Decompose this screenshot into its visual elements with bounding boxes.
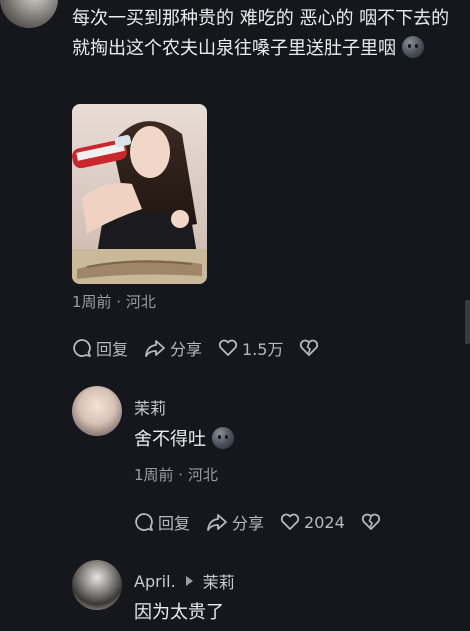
like-button[interactable]: 1.5万 bbox=[218, 336, 283, 360]
share-arrow-icon bbox=[207, 514, 227, 531]
comment-bubble-icon bbox=[73, 339, 91, 357]
reply-button[interactable]: 回复 bbox=[72, 336, 128, 360]
reply-text: 因为太贵了 bbox=[134, 602, 224, 623]
comment-text: 每次一买到那种贵的 难吃的 恶心的 咽不下去的就掏出这个农夫山泉往嗓子里送肚子里… bbox=[72, 8, 450, 59]
reply-to-username[interactable]: 茉莉 bbox=[203, 569, 235, 593]
reply-time-location: 1周前 · 河北 bbox=[134, 466, 218, 484]
reply-label: 回复 bbox=[158, 514, 191, 533]
heart-icon bbox=[218, 339, 238, 356]
reply-button[interactable]: 回复 bbox=[134, 510, 190, 534]
commenter-avatar[interactable] bbox=[0, 0, 58, 28]
emoji-icon bbox=[401, 36, 424, 58]
reply-username[interactable]: April. bbox=[134, 572, 176, 591]
reply-avatar[interactable] bbox=[72, 386, 122, 436]
like-button[interactable]: 2024 bbox=[280, 513, 345, 532]
share-label: 分享 bbox=[170, 340, 203, 359]
share-label: 分享 bbox=[232, 514, 265, 533]
dislike-button[interactable] bbox=[299, 339, 323, 357]
like-count: 2024 bbox=[304, 512, 345, 532]
reply-actions: 回复 分享 2024 bbox=[134, 510, 401, 534]
share-button[interactable]: 分享 bbox=[144, 336, 202, 360]
comment-actions: 回复 分享 1.5万 bbox=[72, 336, 339, 360]
comment-time-location: 1周前 · 河北 bbox=[72, 293, 156, 311]
broken-heart-icon bbox=[361, 513, 380, 530]
emoji-icon bbox=[211, 427, 234, 449]
share-button[interactable]: 分享 bbox=[206, 510, 264, 534]
reply-to-arrow-icon bbox=[185, 576, 193, 586]
reply-label: 回复 bbox=[96, 340, 129, 359]
reply-header: April. 茉莉 bbox=[134, 569, 235, 593]
heart-icon bbox=[280, 513, 300, 530]
like-count: 1.5万 bbox=[242, 340, 284, 359]
share-arrow-icon bbox=[145, 340, 165, 357]
broken-heart-icon bbox=[300, 339, 319, 356]
comment-bubble-icon bbox=[135, 513, 153, 531]
reply-username[interactable]: 茉莉 bbox=[134, 395, 166, 419]
scrollbar[interactable] bbox=[465, 300, 470, 344]
dislike-button[interactable] bbox=[361, 513, 385, 531]
comment-photo[interactable] bbox=[72, 104, 207, 284]
reply-text: 舍不得吐 bbox=[134, 425, 234, 455]
reply-avatar[interactable] bbox=[72, 560, 122, 610]
